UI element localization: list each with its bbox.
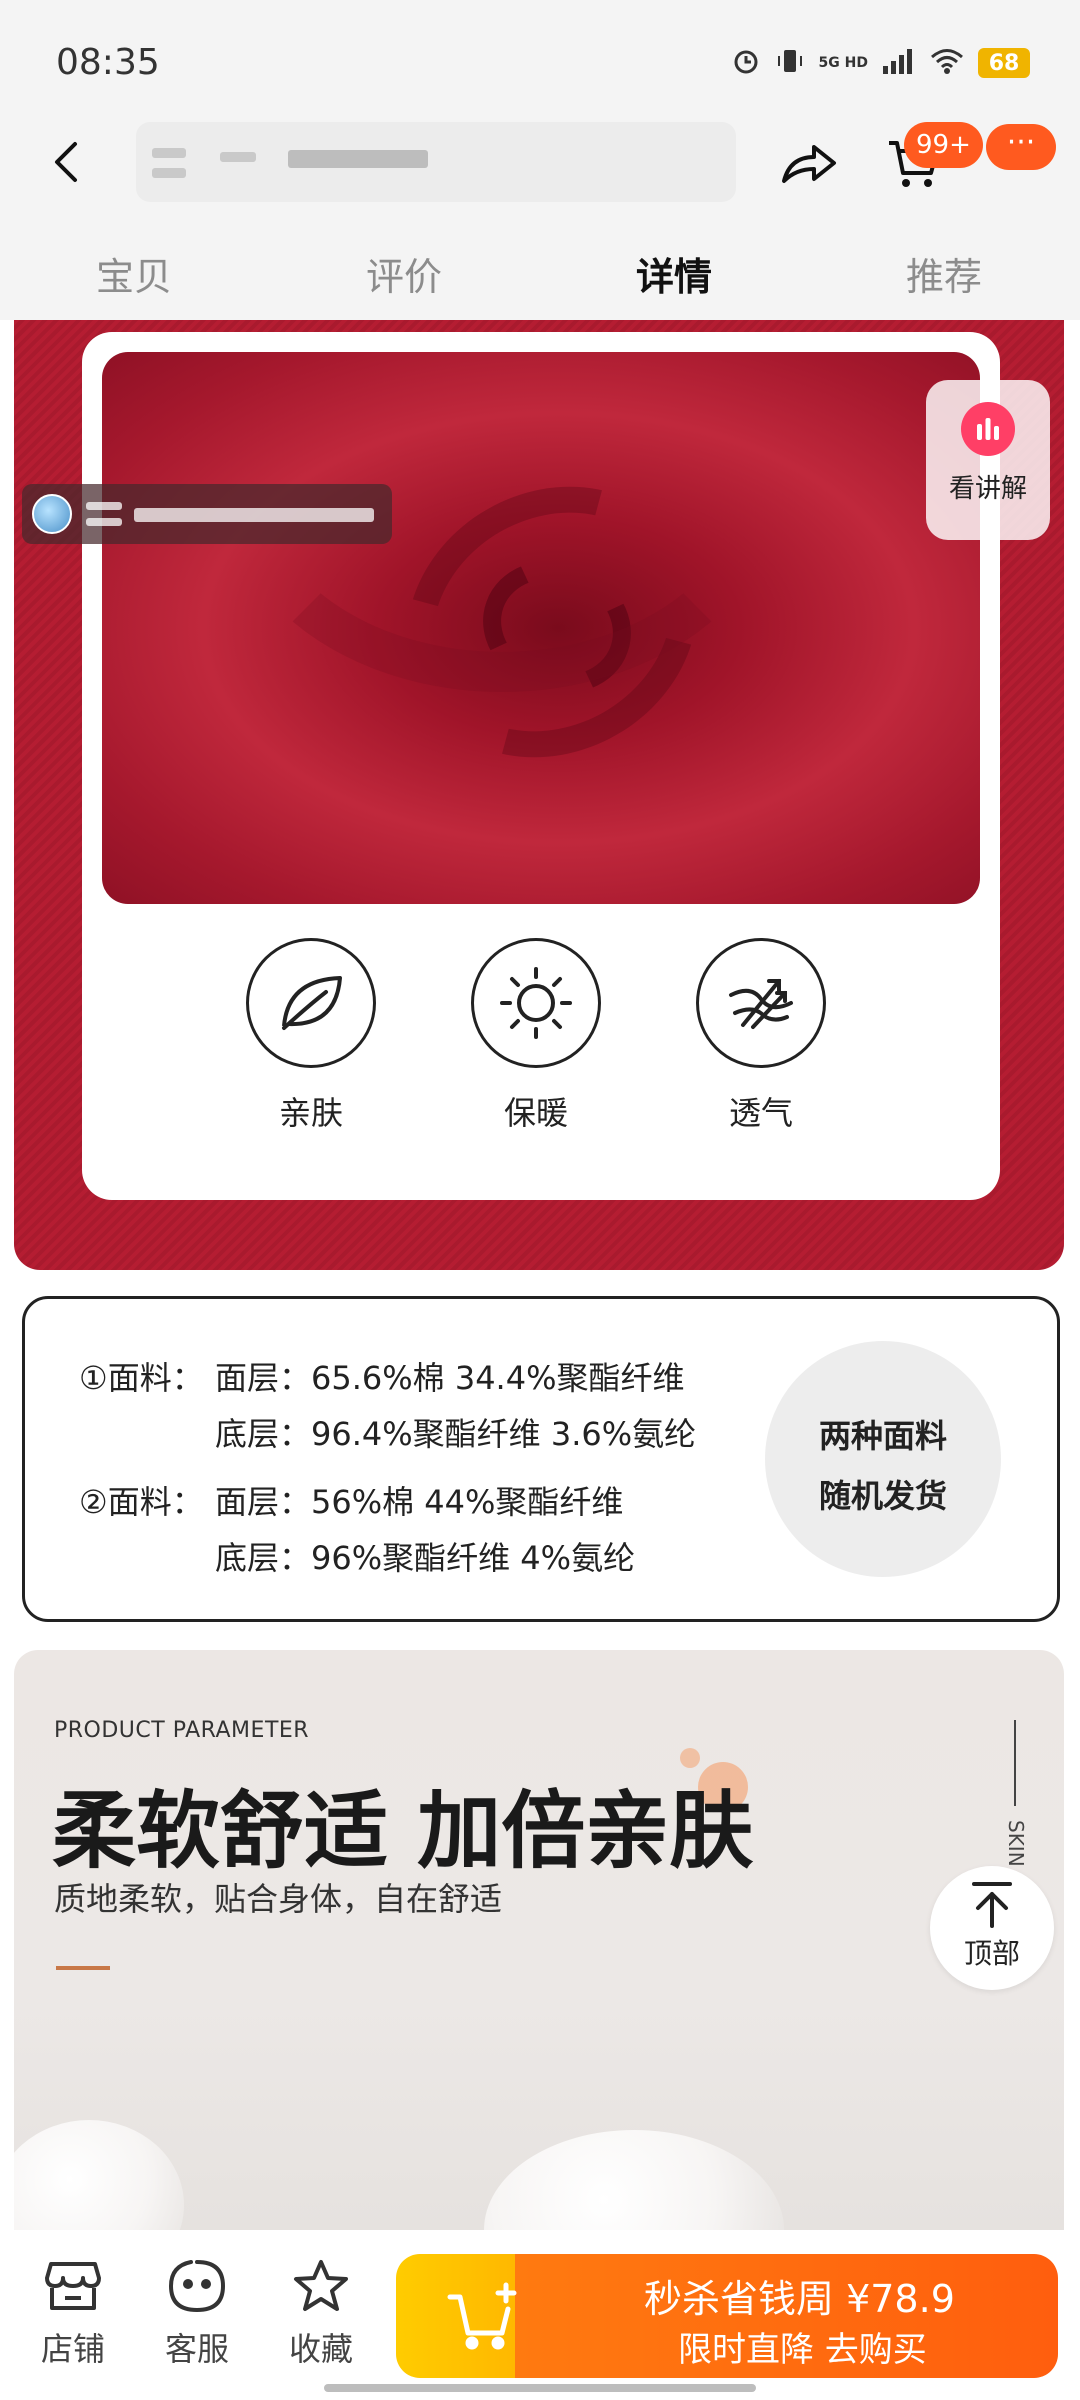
flash-sale-cta: 限时直降 去购买 <box>678 2330 927 2370</box>
tab-recommend[interactable]: 推荐 <box>906 246 982 301</box>
customer-service-label: 客服 <box>164 2330 229 2368</box>
share-icon <box>782 145 836 183</box>
divider <box>1014 1720 1016 1806</box>
feature-label: 透气 <box>728 1094 793 1132</box>
favorite-label: 收藏 <box>288 2330 353 2368</box>
fabric-photo <box>102 352 980 904</box>
tab-product[interactable]: 宝贝 <box>96 246 172 301</box>
arrow-up-icon <box>972 1882 1012 1928</box>
status-bar: 08:35 5G HD 68 <box>0 0 1080 110</box>
feature-label: 亲肤 <box>278 1094 343 1132</box>
airflow-icon <box>696 938 826 1068</box>
divider <box>56 1966 110 1970</box>
store-label: 店铺 <box>40 2330 105 2368</box>
back-to-top-label: 顶部 <box>963 1937 1020 1970</box>
fabric-composition-box: ①面料： 面层：65.6%棉 34.4%聚酯纤维 底层：96.4%聚酯纤维 3.… <box>22 1296 1060 1622</box>
audio-bars-icon <box>961 402 1015 456</box>
back-button[interactable] <box>36 132 96 192</box>
composition-option-1-base: 底层：96.4%聚酯纤维 3.6%氨纶 <box>215 1415 697 1453</box>
tab-details[interactable]: 详情 <box>636 246 712 301</box>
top-nav-bar: 99+ ··· <box>0 110 1080 220</box>
redacted-text <box>134 508 374 522</box>
feature-breathable: 透气 <box>696 938 826 1134</box>
bottom-action-bar: 店铺 客服 收藏 秒杀省钱周 ¥78.9 限时直降 去购买 <box>0 2232 1080 2400</box>
signal-icon <box>882 48 916 78</box>
sun-icon <box>471 938 601 1068</box>
cotton-image <box>484 2130 784 2230</box>
composition-option-1-surface: 面层：65.6%棉 34.4%聚酯纤维 <box>215 1359 685 1397</box>
store-icon <box>45 2262 101 2310</box>
tab-reviews[interactable]: 评价 <box>366 246 442 301</box>
badge-line: 随机发货 <box>818 1477 947 1515</box>
search-input[interactable] <box>136 122 736 202</box>
watch-explanation-button[interactable]: 看讲解 <box>926 380 1050 540</box>
redacted-text <box>86 518 122 526</box>
tab-bar: 宝贝 评价 详情 推荐 <box>0 220 1080 320</box>
chat-face-icon <box>168 2260 226 2313</box>
leaf-icon <box>246 938 376 1068</box>
redacted-text <box>86 502 122 510</box>
chevron-left-icon <box>55 142 77 182</box>
cart-count-badge: 99+ <box>904 122 983 168</box>
status-time: 08:35 <box>56 42 160 83</box>
feature-card: 亲肤 保暖 透气 <box>82 332 1000 1200</box>
flash-sale-buy-button[interactable]: 秒杀省钱周 ¥78.9 限时直降 去购买 <box>396 2254 1058 2378</box>
add-to-cart-button[interactable] <box>396 2254 572 2378</box>
wifi-icon <box>930 47 964 79</box>
feature-label: 保暖 <box>503 1094 568 1132</box>
add-to-cart-icon <box>447 2282 517 2350</box>
avatar <box>32 494 72 534</box>
fabric-feature-banner: 亲肤 保暖 透气 <box>14 320 1064 1270</box>
side-label: SKIN <box>1004 1820 1028 1867</box>
redacted-text <box>220 152 256 162</box>
feature-skin-friendly: 亲肤 <box>246 938 376 1134</box>
battery-icon: 68 <box>978 48 1030 78</box>
share-button[interactable] <box>776 132 842 198</box>
parameter-eyebrow: PRODUCT PARAMETER <box>54 1718 310 1743</box>
parameter-title: 柔软舒适 加倍亲肤 <box>52 1782 754 1880</box>
redacted-text <box>152 148 186 158</box>
home-indicator[interactable] <box>324 2384 756 2392</box>
favorite-button[interactable]: 收藏 <box>276 2258 366 2370</box>
badge-line: 两种面料 <box>818 1417 947 1455</box>
composition-option-1-label: ①面料： <box>79 1359 204 1397</box>
redacted-text <box>288 150 428 168</box>
product-parameter-banner: PRODUCT PARAMETER 柔软舒适 加倍亲肤 质地柔软，贴合身体，自在… <box>14 1650 1064 2230</box>
composition-option-2-base: 底层：96%聚酯纤维 4%氨纶 <box>215 1539 636 1577</box>
random-shipping-badge: 两种面料 随机发货 <box>765 1341 1001 1577</box>
watch-label: 看讲解 <box>948 474 1027 504</box>
composition-option-2-surface: 面层：56%棉 44%聚酯纤维 <box>215 1483 624 1521</box>
redacted-text <box>152 168 186 178</box>
parameter-subtitle: 质地柔软，贴合身体，自在舒适 <box>54 1880 503 1918</box>
feature-warm: 保暖 <box>471 938 601 1134</box>
network-type: 5G HD <box>818 55 868 71</box>
star-icon <box>294 2260 348 2311</box>
vibrate-icon <box>775 46 805 80</box>
live-stream-chip[interactable] <box>22 484 392 544</box>
composition-option-2-label: ②面料： <box>79 1483 204 1521</box>
more-button[interactable]: ··· <box>986 124 1056 170</box>
store-button[interactable]: 店铺 <box>28 2258 118 2370</box>
alarm-icon <box>731 46 761 80</box>
customer-service-button[interactable]: 客服 <box>152 2258 242 2370</box>
cotton-image <box>14 2120 184 2230</box>
flash-sale-price: 秒杀省钱周 ¥78.9 <box>644 2277 955 2321</box>
back-to-top-button[interactable]: 顶部 <box>930 1866 1054 1990</box>
status-icons: 5G HD 68 <box>731 46 1030 80</box>
